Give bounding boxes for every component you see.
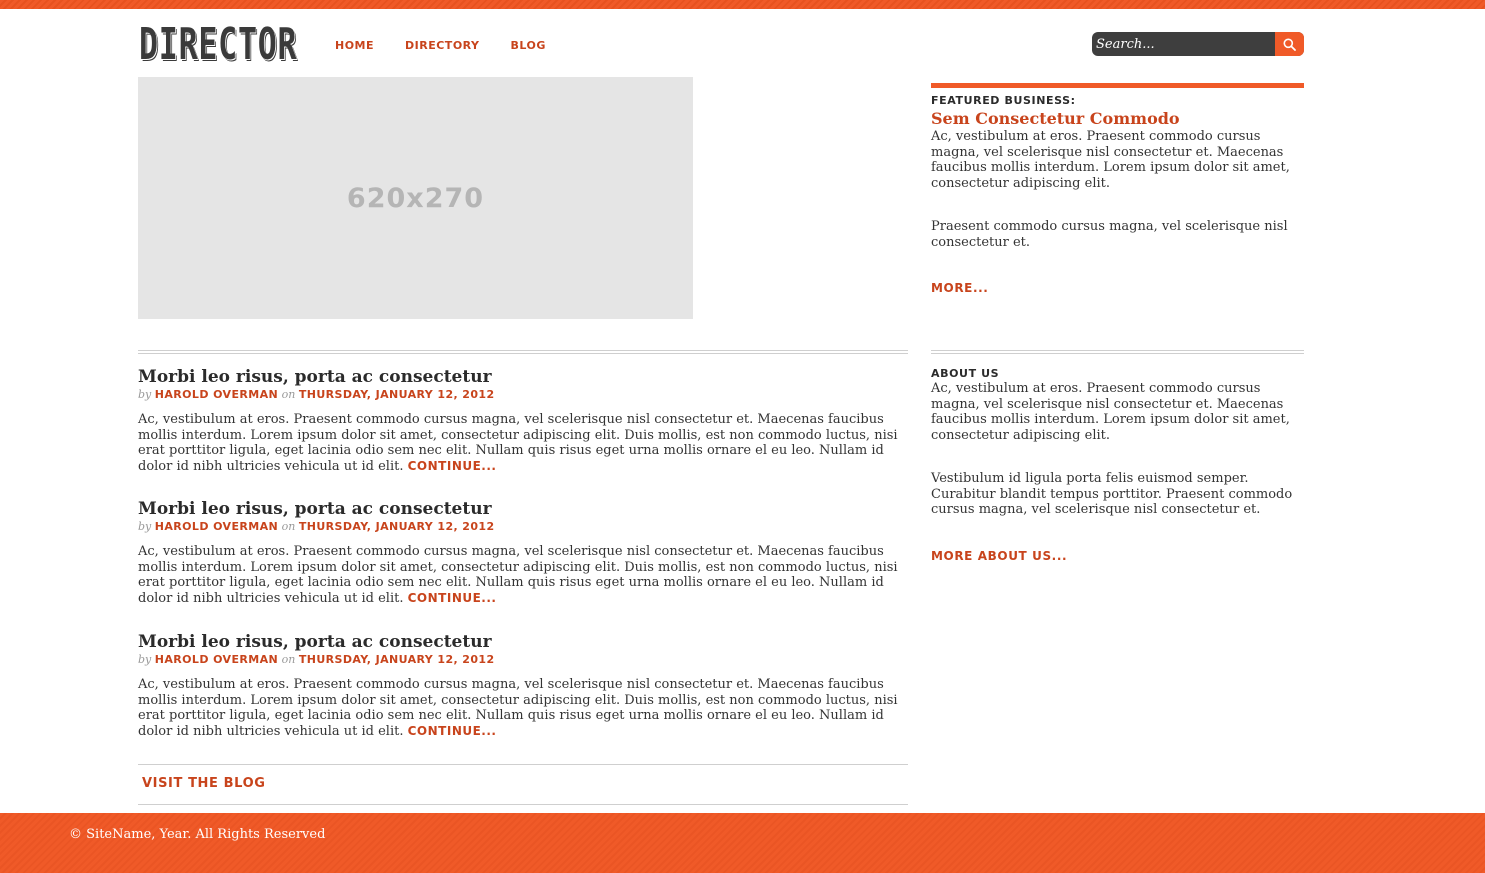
site-logo[interactable]: DIRECTOR — [139, 22, 297, 68]
post-date: THURSDAY, JANUARY 12, 2012 — [298, 520, 495, 533]
post-meta: by HAROLD OVERMAN on THURSDAY, JANUARY 1… — [138, 388, 908, 402]
post-excerpt-text: Ac, vestibulum at eros. Praesent commodo… — [138, 412, 898, 475]
blog-post: Morbi leo risus, porta ac consectetur by… — [138, 499, 908, 607]
hero-placeholder-label: 620x270 — [346, 182, 485, 214]
post-excerpt-text: Ac, vestibulum at eros. Praesent commodo… — [138, 544, 898, 607]
post-meta-by: by — [138, 653, 152, 666]
blog-link-divider — [138, 804, 908, 805]
continue-link[interactable]: CONTINUE... — [408, 591, 497, 605]
search-box — [1092, 32, 1304, 56]
blog-post: Morbi leo risus, porta ac consectetur by… — [138, 632, 908, 740]
post-meta: by HAROLD OVERMAN on THURSDAY, JANUARY 1… — [138, 520, 908, 534]
about-us: ABOUT US Ac, vestibulum at eros. Praesen… — [931, 367, 1304, 564]
search-input[interactable] — [1092, 32, 1272, 56]
search-button[interactable] — [1275, 32, 1304, 56]
featured-business: FEATURED BUSINESS: Sem Consectetur Commo… — [931, 94, 1304, 296]
post-author-link[interactable]: HAROLD OVERMAN — [155, 388, 278, 401]
post-date: THURSDAY, JANUARY 12, 2012 — [298, 653, 495, 666]
post-meta-on: on — [281, 388, 296, 401]
site-footer: © SiteName, Year. All Rights Reserved — [0, 813, 1485, 873]
continue-link[interactable]: CONTINUE... — [408, 724, 497, 738]
sidebar-accent-rule — [931, 83, 1304, 88]
post-title[interactable]: Morbi leo risus, porta ac consectetur — [138, 367, 908, 387]
search-icon — [1283, 38, 1296, 51]
featured-paragraph: Ac, vestibulum at eros. Praesent commodo… — [931, 129, 1290, 192]
nav-directory-link[interactable]: DIRECTORY — [405, 39, 479, 53]
visit-blog-link[interactable]: VISIT THE BLOG — [142, 776, 266, 791]
more-about-link[interactable]: MORE ABOUT US... — [931, 549, 1067, 563]
post-excerpt: Ac, vestibulum at eros. Praesent commodo… — [138, 544, 908, 607]
post-author-link[interactable]: HAROLD OVERMAN — [155, 653, 278, 666]
post-excerpt-text: Ac, vestibulum at eros. Praesent commodo… — [138, 677, 898, 740]
nav-home-link[interactable]: HOME — [335, 39, 374, 53]
post-author-link[interactable]: HAROLD OVERMAN — [155, 520, 278, 533]
main-nav: HOME DIRECTORY BLOG — [335, 39, 546, 53]
continue-link[interactable]: CONTINUE... — [408, 459, 497, 473]
about-label: ABOUT US — [931, 367, 1000, 380]
post-meta-on: on — [281, 520, 296, 533]
post-date: THURSDAY, JANUARY 12, 2012 — [298, 388, 495, 401]
about-paragraph: Ac, vestibulum at eros. Praesent commodo… — [931, 381, 1290, 444]
post-title[interactable]: Morbi leo risus, porta ac consectetur — [138, 499, 908, 519]
featured-label: FEATURED BUSINESS: — [931, 94, 1076, 107]
post-meta-by: by — [138, 520, 152, 533]
hero-image-placeholder: 620x270 — [138, 77, 693, 319]
footer-copyright: © SiteName, Year. All Rights Reserved — [69, 827, 326, 842]
section-divider — [138, 350, 908, 354]
about-paragraph: Vestibulum id ligula porta felis euismod… — [931, 470, 1293, 518]
featured-paragraph: Praesent commodo cursus magna, vel scele… — [931, 218, 1288, 250]
post-title[interactable]: Morbi leo risus, porta ac consectetur — [138, 632, 908, 652]
post-meta: by HAROLD OVERMAN on THURSDAY, JANUARY 1… — [138, 653, 908, 667]
featured-more-link[interactable]: MORE... — [931, 281, 988, 295]
post-meta-by: by — [138, 388, 152, 401]
post-meta-on: on — [281, 653, 296, 666]
top-accent-stripe — [0, 0, 1485, 9]
featured-business-name[interactable]: Sem Consectetur Commodo — [931, 109, 1304, 129]
post-excerpt: Ac, vestibulum at eros. Praesent commodo… — [138, 677, 908, 740]
blog-link-divider — [138, 764, 908, 765]
section-divider — [931, 350, 1304, 354]
nav-blog-link[interactable]: BLOG — [511, 39, 546, 53]
blog-post: Morbi leo risus, porta ac consectetur by… — [138, 367, 908, 475]
post-excerpt: Ac, vestibulum at eros. Praesent commodo… — [138, 412, 908, 475]
